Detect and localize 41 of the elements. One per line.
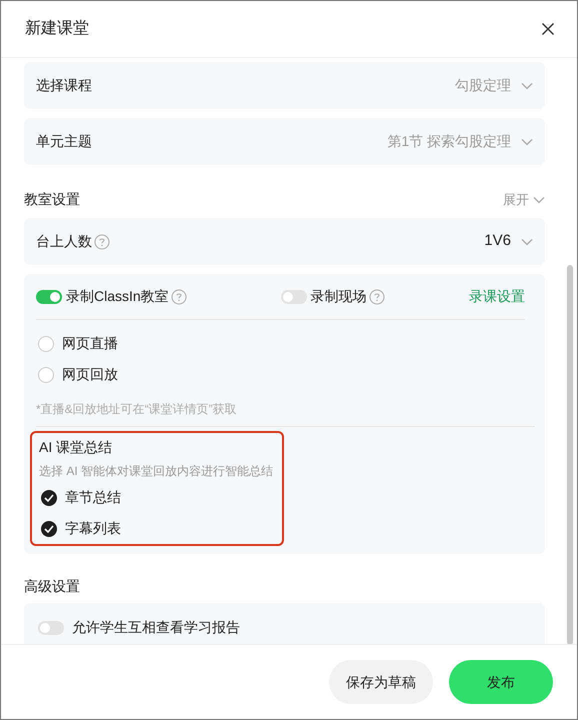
description-text: 选择 AI 智能体对课堂回放内容进行智能总结 xyxy=(39,463,274,480)
select-dropdown[interactable]: 第1节 探索勾股定理 xyxy=(387,131,533,152)
dialog-title: 新建课堂 xyxy=(25,18,89,39)
radio-button[interactable] xyxy=(38,366,54,382)
chevron-down-icon xyxy=(533,196,545,204)
help-icon[interactable] xyxy=(368,288,385,304)
field-label: 单元主题 xyxy=(36,132,92,151)
chevron-down-icon xyxy=(521,82,533,90)
toggle-switch[interactable] xyxy=(38,620,64,634)
scrollbar-thumb[interactable] xyxy=(567,265,573,644)
check-icon xyxy=(44,524,54,532)
radio-button[interactable] xyxy=(38,336,54,352)
field-label: 选择课程 xyxy=(36,76,92,95)
option-label: 网页回放 xyxy=(62,365,118,384)
toggle-label: 录制现场 xyxy=(310,287,367,306)
toggle-switch[interactable] xyxy=(280,290,307,304)
section-title: 教室设置 xyxy=(24,190,80,209)
close-icon xyxy=(541,22,555,36)
settings-link[interactable]: 录课设置 xyxy=(469,286,525,307)
option-label: 章节总结 xyxy=(65,488,121,507)
toggle-label: 允许学生互相查看学习报告 xyxy=(72,618,240,637)
checkbox[interactable] xyxy=(41,520,57,536)
option-label: 网页直播 xyxy=(62,334,118,353)
chevron-down-icon xyxy=(521,138,533,146)
section-title: AI 课堂总结 xyxy=(39,438,114,457)
select-dropdown[interactable]: 1V6 xyxy=(484,230,533,253)
chevron-down-icon xyxy=(521,238,533,246)
option-label: 字幕列表 xyxy=(65,519,121,538)
select-dropdown[interactable]: 勾股定理 xyxy=(455,75,533,96)
publish-button[interactable]: 发布 xyxy=(449,660,553,704)
section-title: 高级设置 xyxy=(24,577,80,596)
expand-button[interactable]: 展开 xyxy=(503,190,545,210)
checkbox[interactable] xyxy=(41,490,57,506)
help-icon[interactable] xyxy=(170,288,187,304)
toggle-label: 录制ClassIn教室 xyxy=(66,287,169,306)
help-icon[interactable] xyxy=(94,234,110,250)
hint-text: *直播&回放地址可在“课堂详情页”获取 xyxy=(36,400,535,427)
check-icon xyxy=(44,494,54,502)
toggle-switch[interactable] xyxy=(36,290,62,304)
save-draft-button[interactable]: 保存为草稿 xyxy=(329,660,433,704)
field-label: 台上人数 xyxy=(36,232,92,251)
